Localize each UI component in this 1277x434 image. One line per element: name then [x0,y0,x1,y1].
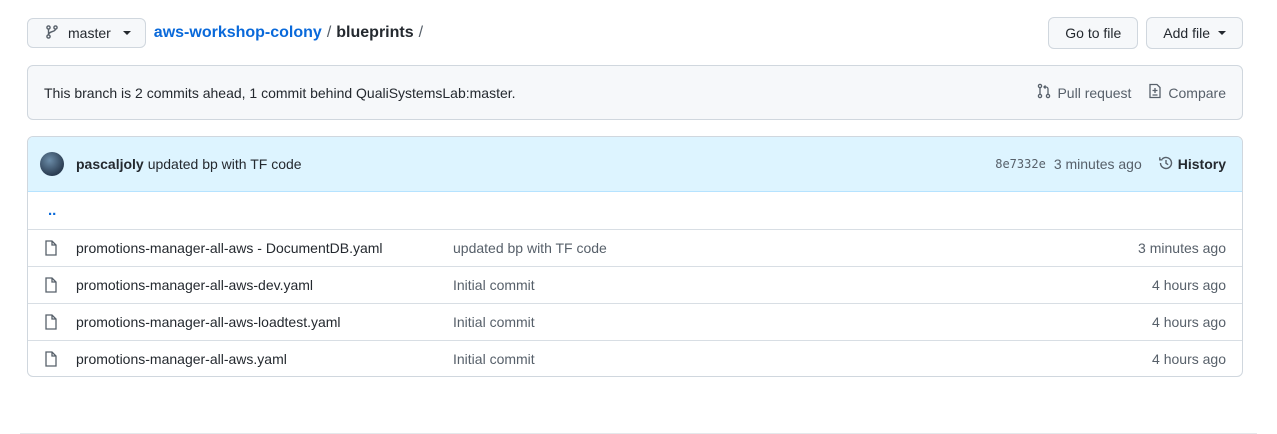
commit-sha[interactable]: 8e7332e [995,157,1046,171]
pull-request-link[interactable]: Pull request [1036,83,1131,102]
file-icon [44,314,60,330]
file-commit-message[interactable]: updated bp with TF code [453,240,607,256]
breadcrumb-repo-link[interactable]: aws-workshop-colony [154,24,322,42]
add-file-label: Add file [1163,25,1210,41]
branch-status-text: This branch is 2 commits ahead, 1 commit… [44,84,516,101]
branch-selector-button[interactable]: master [27,18,146,48]
breadcrumb: aws-workshop-colony / blueprints / [154,24,423,42]
parent-directory-row[interactable]: .. [28,192,1242,229]
file-icon [44,351,60,367]
commit-author[interactable]: pascaljoly [76,156,144,172]
file-commit-message[interactable]: Initial commit [453,314,535,330]
branch-status-box: This branch is 2 commits ahead, 1 commit… [27,65,1243,120]
file-age: 4 hours ago [1152,277,1226,293]
go-to-file-label: Go to file [1065,25,1122,41]
go-to-file-button[interactable]: Go to file [1048,17,1139,49]
repo-toolbar: master aws-workshop-colony / blueprints … [27,17,1243,49]
file-row[interactable]: promotions-manager-all-aws - DocumentDB.… [28,229,1242,266]
latest-commit-bar: pascaljoly updated bp with TF code 8e733… [28,137,1242,192]
breadcrumb-separator: / [326,24,332,41]
commit-age: 3 minutes ago [1053,156,1142,172]
compare-icon [1147,83,1163,102]
file-name[interactable]: promotions-manager-all-aws.yaml [76,351,453,367]
compare-link[interactable]: Compare [1147,83,1226,102]
history-icon [1158,155,1174,174]
file-icon [44,277,60,293]
file-icon [44,240,60,256]
branch-name: master [68,25,111,41]
history-label: History [1177,156,1226,172]
compare-label: Compare [1168,84,1226,101]
file-age: 4 hours ago [1152,314,1226,330]
parent-directory-link[interactable]: .. [44,202,56,219]
file-name[interactable]: promotions-manager-all-aws-dev.yaml [76,277,453,293]
file-row[interactable]: promotions-manager-all-aws-loadtest.yaml… [28,303,1242,340]
chevron-down-icon [122,31,131,35]
file-name[interactable]: promotions-manager-all-aws - DocumentDB.… [76,240,453,256]
breadcrumb-current-folder: blueprints [336,24,414,41]
file-commit-message[interactable]: Initial commit [453,351,535,367]
commit-message[interactable]: updated bp with TF code [148,156,302,172]
file-age: 4 hours ago [1152,351,1226,367]
file-name[interactable]: promotions-manager-all-aws-loadtest.yaml [76,314,453,330]
avatar[interactable] [40,152,64,176]
breadcrumb-separator: / [418,24,424,41]
file-row[interactable]: promotions-manager-all-aws-dev.yaml Init… [28,266,1242,303]
file-commit-message[interactable]: Initial commit [453,277,535,293]
file-row[interactable]: promotions-manager-all-aws.yaml Initial … [28,340,1242,376]
pull-request-label: Pull request [1057,84,1132,101]
chevron-down-icon [1218,31,1226,35]
file-browser: pascaljoly updated bp with TF code 8e733… [27,136,1243,377]
git-branch-icon [44,24,60,43]
add-file-button[interactable]: Add file [1146,17,1243,49]
history-link[interactable]: History [1158,155,1226,174]
file-age: 3 minutes ago [1138,240,1226,256]
pull-request-icon [1036,83,1052,102]
